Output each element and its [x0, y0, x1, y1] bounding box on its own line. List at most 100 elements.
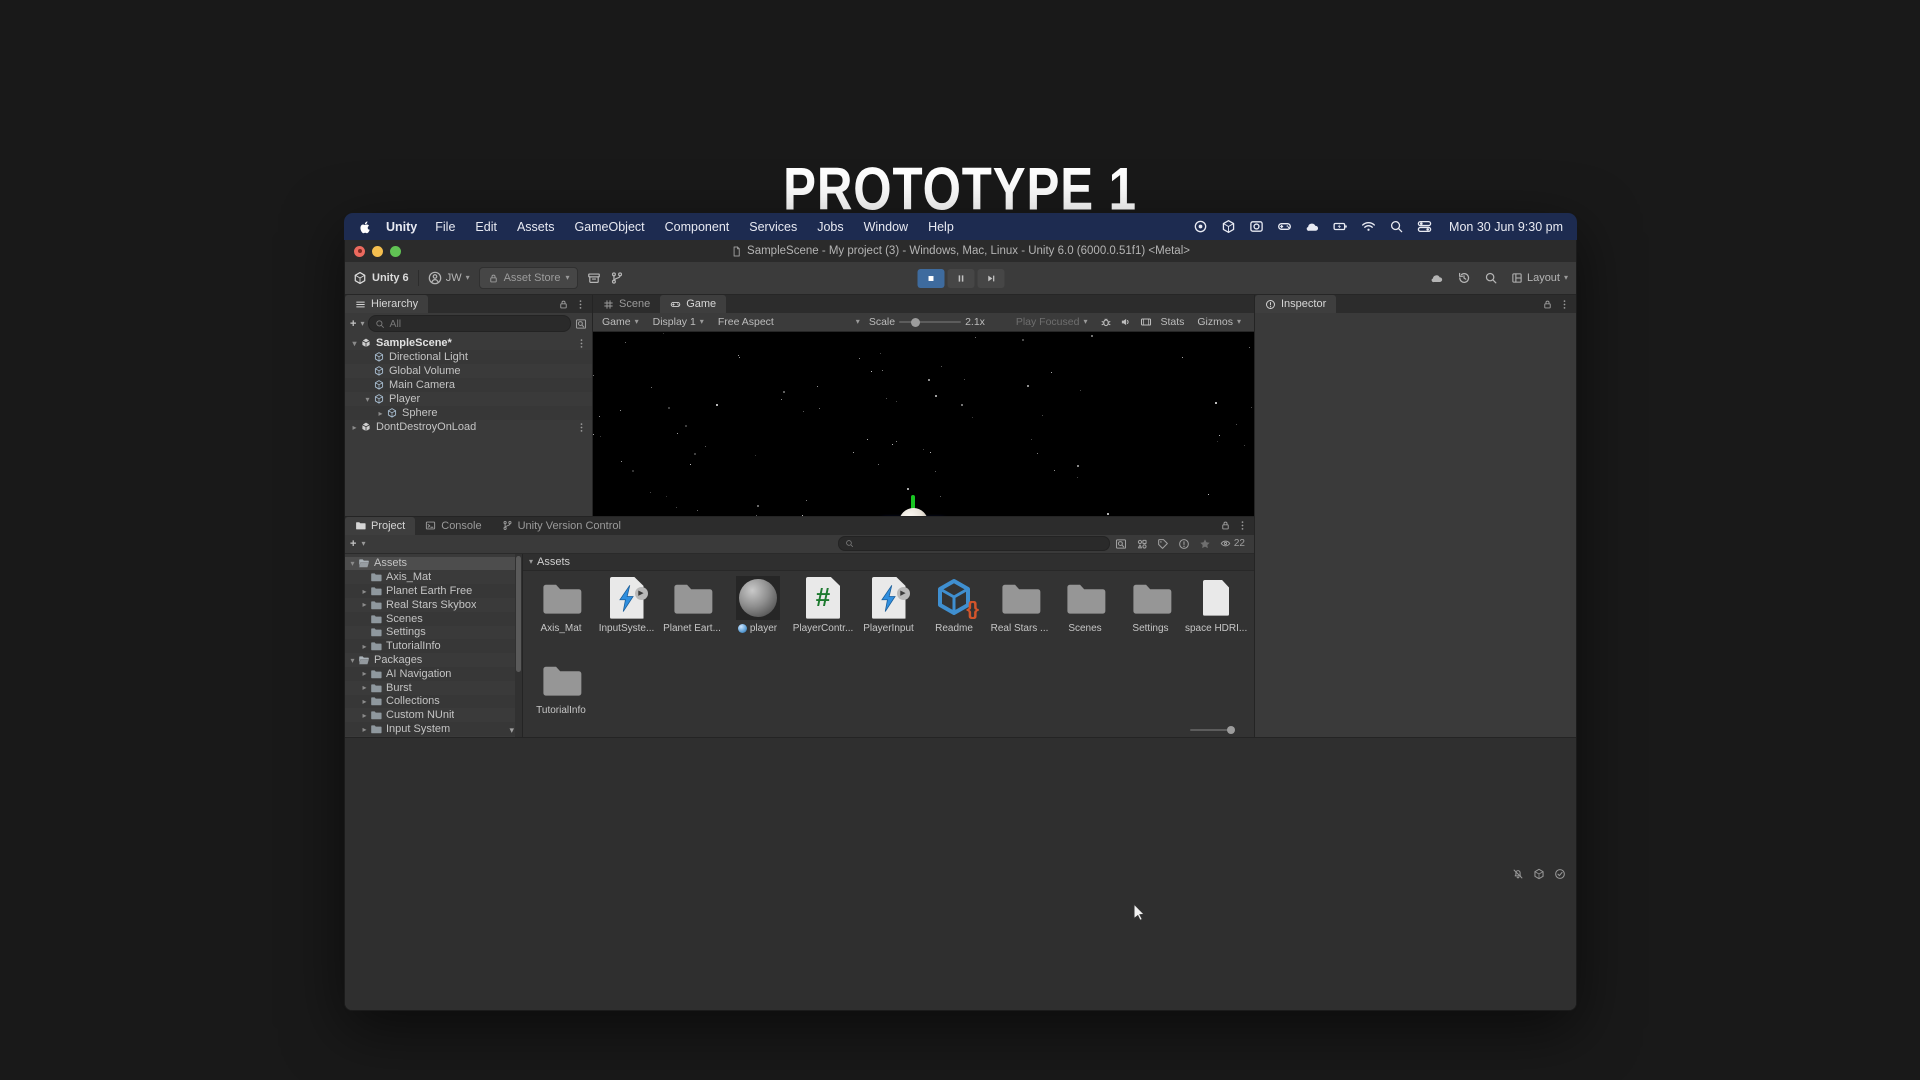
version-control-icon[interactable] [610, 271, 624, 285]
lock-icon[interactable] [1542, 299, 1553, 310]
tab-unity-version-control[interactable]: Unity Version Control [492, 517, 631, 535]
menu-app-name[interactable]: Unity [386, 220, 417, 234]
project-folder-input-system[interactable]: ▸Input System [345, 722, 515, 736]
menu-item-edit[interactable]: Edit [475, 220, 497, 234]
aspect-dropdown[interactable]: Free Aspect▾ [713, 314, 865, 330]
lock-icon[interactable] [558, 299, 569, 310]
tree-arrow[interactable]: ▸ [359, 600, 370, 609]
project-folder-assets[interactable]: ▾Assets [345, 557, 515, 571]
hierarchy-item-main-camera[interactable]: Main Camera [345, 378, 592, 392]
menu-item-window[interactable]: Window [864, 220, 908, 234]
step-button[interactable] [977, 269, 1004, 288]
kebab-menu-icon[interactable] [576, 422, 587, 433]
bug-icon[interactable] [1100, 316, 1112, 328]
kebab-menu-icon[interactable] [1559, 299, 1570, 310]
asset-settings[interactable]: Settings [1119, 575, 1183, 634]
menu-item-services[interactable]: Services [749, 220, 797, 234]
menu-item-assets[interactable]: Assets [517, 220, 555, 234]
tree-arrow[interactable]: ▸ [359, 697, 370, 706]
asset-space-hdri[interactable]: space HDRI... [1184, 575, 1248, 634]
asset-shapes-icon[interactable] [1136, 538, 1148, 550]
hierarchy-item-samplescene-[interactable]: ▾SampleScene* [345, 336, 592, 350]
search-pane-icon[interactable] [1115, 538, 1127, 550]
project-search-input[interactable] [858, 537, 1103, 550]
package-icon[interactable] [1533, 868, 1545, 880]
account-menu[interactable]: JW ▾ [428, 271, 470, 285]
tree-arrow[interactable]: ▸ [349, 423, 360, 432]
tree-arrow[interactable]: ▾ [347, 656, 358, 665]
thumbnail-zoom-slider[interactable] [1190, 729, 1232, 731]
cloud-icon[interactable] [1305, 219, 1320, 234]
game-viewport[interactable] [593, 332, 1254, 516]
project-tree-scrollbar[interactable] [515, 554, 522, 738]
create-asset-button[interactable]: + [350, 538, 356, 550]
screenshot-icon[interactable] [1249, 219, 1264, 234]
project-search-field[interactable] [838, 536, 1110, 551]
asset-player[interactable]: player [726, 575, 790, 634]
asset-axis-mat[interactable]: Axis_Mat [529, 575, 593, 634]
tree-arrow[interactable]: ▾ [362, 395, 373, 404]
menu-item-file[interactable]: File [435, 220, 455, 234]
frame-debugger-icon[interactable] [1140, 316, 1152, 328]
tab-hierarchy[interactable]: Hierarchy [345, 295, 428, 313]
menu-clock[interactable]: Mon 30 Jun 9:30 pm [1449, 220, 1563, 234]
project-folder-jetbrains-rider-editor[interactable]: ▸JetBrains Rider Editor [345, 736, 515, 737]
tab-console[interactable]: Console [415, 517, 491, 535]
project-folder-planet-earth-free[interactable]: ▸Planet Earth Free [345, 584, 515, 598]
kebab-menu-icon[interactable] [576, 338, 587, 349]
project-folder-ai-navigation[interactable]: ▸AI Navigation [345, 667, 515, 681]
hierarchy-item-player[interactable]: ▾Player [345, 392, 592, 406]
add-gameobject-button[interactable]: + [350, 318, 356, 330]
display-dropdown[interactable]: Display 1▾ [648, 314, 709, 330]
asset-planet-eart[interactable]: Planet Eart... [660, 575, 724, 634]
favorites-star-icon[interactable] [1199, 538, 1211, 550]
project-folder-collections[interactable]: ▸Collections [345, 695, 515, 709]
label-tag-icon[interactable] [1157, 538, 1169, 550]
assets-breadcrumb[interactable]: ▾ Assets [523, 554, 1254, 571]
tree-arrow[interactable]: ▸ [359, 711, 370, 720]
gizmos-dropdown[interactable]: Gizmos▾ [1192, 314, 1246, 330]
project-folder-custom-nunit[interactable]: ▸Custom NUnit [345, 708, 515, 722]
tree-arrow[interactable]: ▸ [359, 683, 370, 692]
asset-playerinput[interactable]: ▶PlayerInput [857, 575, 921, 634]
lock-icon[interactable] [1220, 520, 1231, 531]
tab-project[interactable]: Project [345, 517, 415, 535]
search-icon[interactable] [1389, 219, 1404, 234]
unity-version-chip[interactable]: Unity 6 [353, 271, 409, 285]
kebab-menu-icon[interactable] [1237, 520, 1248, 531]
minimize-button[interactable] [372, 246, 383, 257]
archive-icon[interactable] [587, 271, 601, 285]
undo-history-icon[interactable] [1457, 271, 1471, 285]
hierarchy-item-global-volume[interactable]: Global Volume [345, 364, 592, 378]
progress-check-icon[interactable] [1554, 868, 1566, 880]
project-folder-settings[interactable]: Settings [345, 626, 515, 640]
asset-inputsyste[interactable]: ▶InputSyste... [595, 575, 659, 634]
project-folder-axis-mat[interactable]: Axis_Mat [345, 570, 515, 584]
battery-icon[interactable] [1333, 219, 1348, 234]
tree-arrow[interactable]: ▸ [359, 725, 370, 734]
game-mode-dropdown[interactable]: Game▾ [597, 314, 644, 330]
play-button[interactable] [917, 269, 944, 288]
stats-toggle[interactable]: Stats [1160, 316, 1184, 328]
asset-playercontr[interactable]: #PlayerContr... [791, 575, 855, 634]
menu-item-gameobject[interactable]: GameObject [574, 220, 644, 234]
apple-logo-icon[interactable] [358, 219, 372, 235]
menu-item-component[interactable]: Component [665, 220, 730, 234]
record-dot-icon[interactable] [1193, 219, 1208, 234]
hierarchy-item-sphere[interactable]: ▸Sphere [345, 406, 592, 420]
search-picker-icon[interactable] [575, 318, 587, 330]
wifi-icon[interactable] [1361, 219, 1376, 234]
cloud-icon[interactable] [1430, 271, 1444, 285]
hierarchy-search-input[interactable] [389, 318, 564, 330]
unity-hub-icon[interactable] [1221, 219, 1236, 234]
asset-tutorialinfo[interactable]: TutorialInfo [529, 657, 593, 716]
asset-store-button[interactable]: Asset Store ▾ [479, 267, 579, 289]
close-button[interactable] [354, 246, 365, 257]
project-folder-packages[interactable]: ▾Packages [345, 653, 515, 667]
tab-game[interactable]: Game [660, 295, 726, 313]
play-focused-dropdown[interactable]: Play Focused▾ [1011, 314, 1093, 330]
menu-item-jobs[interactable]: Jobs [817, 220, 843, 234]
alert-icon[interactable] [1178, 538, 1190, 550]
tree-arrow[interactable]: ▸ [359, 669, 370, 678]
project-folder-real-stars-skybox[interactable]: ▸Real Stars Skybox [345, 598, 515, 612]
